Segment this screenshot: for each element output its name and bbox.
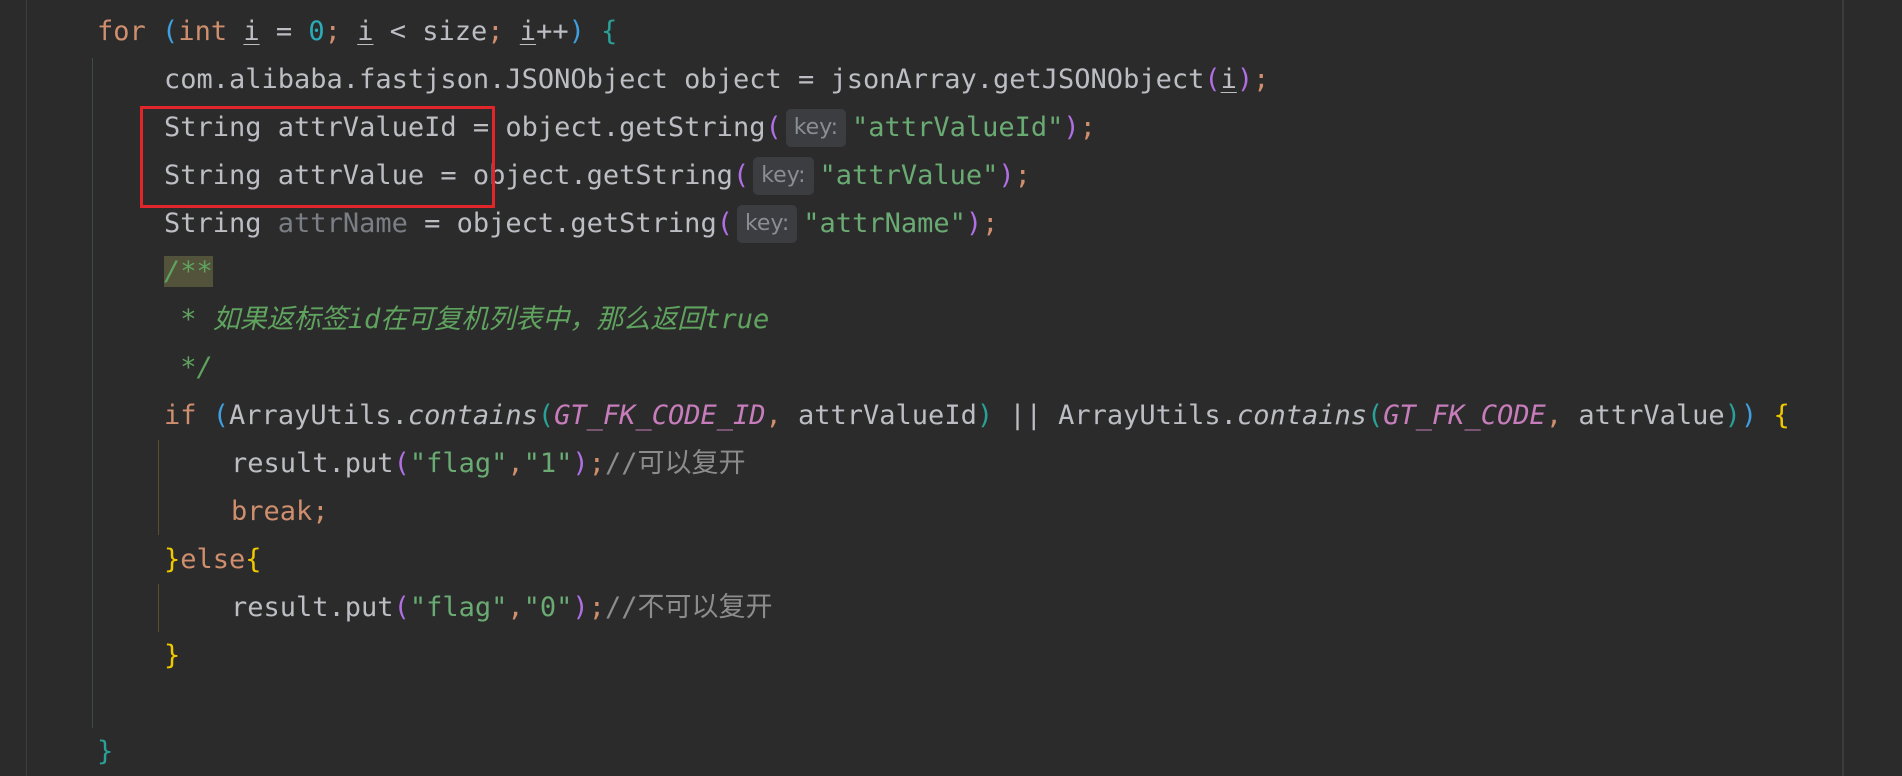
code-line-for[interactable]: for (int i = 0; i < size; i++) { xyxy=(97,8,617,56)
code-line-doc-close[interactable]: */ xyxy=(164,344,213,392)
code-line-put-flag-0[interactable]: result.put("flag","0");//不可以复开 xyxy=(231,584,772,632)
code-line-if-close[interactable]: } xyxy=(164,632,180,680)
code-line-break[interactable]: break; xyxy=(231,488,329,536)
highlight-annotation-box xyxy=(140,106,495,208)
indent-guide xyxy=(158,440,159,535)
code-line-put-flag-1[interactable]: result.put("flag","1");//可以复开 xyxy=(231,440,745,488)
unused-variable: attrName xyxy=(277,208,408,239)
code-line-doc-open[interactable]: /** xyxy=(164,248,213,296)
parameter-hint: key: xyxy=(785,109,847,147)
code-line-for-close[interactable]: } xyxy=(97,728,113,776)
code-line-else[interactable]: }else{ xyxy=(164,536,262,584)
indent-guide xyxy=(158,584,159,632)
code-line-doc-text[interactable]: * 如果返标签id在可复机列表中，那么返回true xyxy=(164,296,769,344)
parameter-hint: key: xyxy=(736,205,798,243)
right-margin-guide xyxy=(1842,0,1844,776)
indent-guide xyxy=(92,58,93,728)
code-line-json-object[interactable]: com.alibaba.fastjson.JSONObject object =… xyxy=(164,56,1269,104)
parameter-hint: key: xyxy=(753,157,814,195)
code-editor[interactable]: for (int i = 0; i < size; i++) { com.ali… xyxy=(0,0,1902,776)
editor-gutter-border xyxy=(26,0,27,776)
code-line-if[interactable]: if (ArrayUtils.contains(GT_FK_CODE_ID, a… xyxy=(164,392,1790,440)
